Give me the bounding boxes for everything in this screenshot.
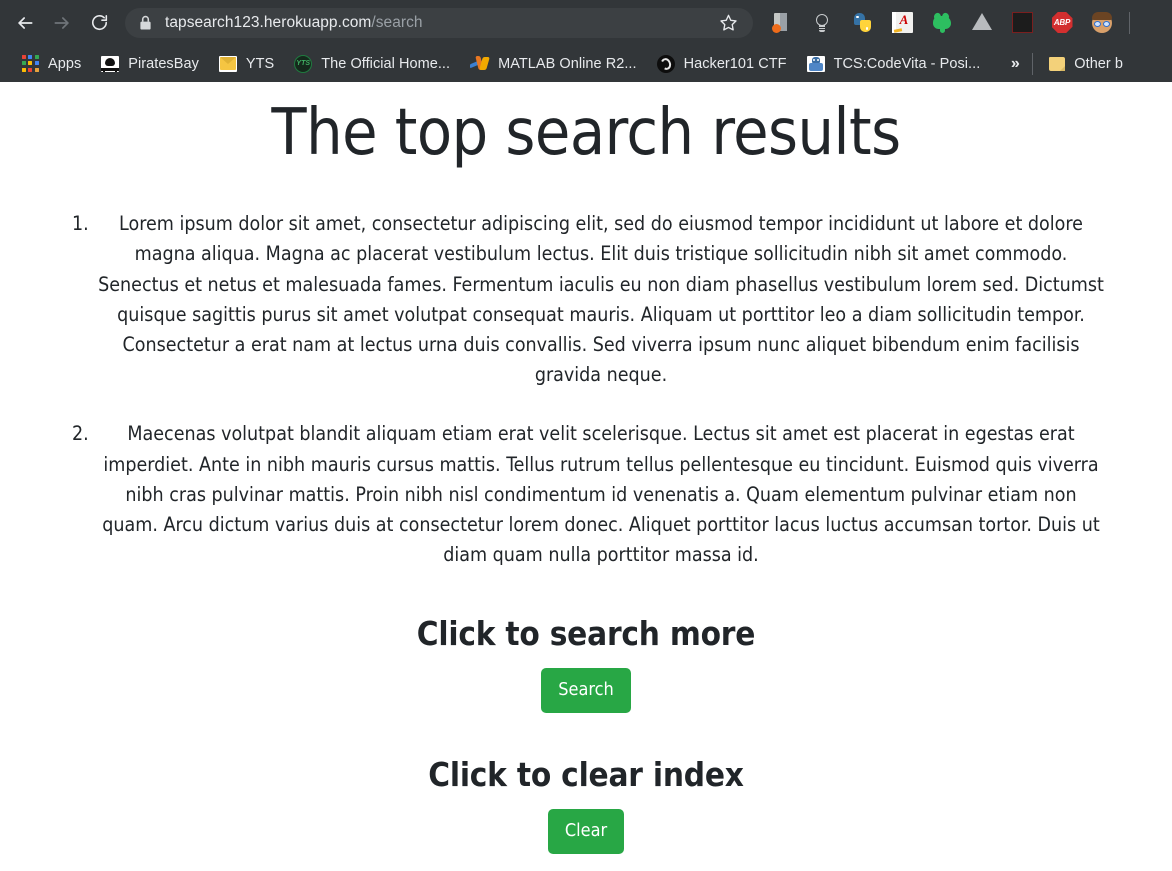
list-item: Maecenas volutpat blandit aliquam etiam … [0, 419, 1172, 570]
url-path: /search [371, 14, 422, 31]
clear-index-section: Click to clear index Clear [0, 755, 1172, 854]
other-bookmarks-label: Other b [1074, 56, 1123, 72]
address-bar[interactable]: tapsearch123.herokuapp.com/search [125, 8, 753, 38]
bookmarks-overflow-button[interactable]: » [1002, 51, 1028, 77]
bookmark-star-icon[interactable] [715, 10, 741, 36]
other-bookmarks-button[interactable]: Other b [1041, 51, 1131, 77]
bookmark-label: Hacker101 CTF [684, 56, 787, 72]
bookmark-the-official-home[interactable]: YTS The Official Home... [286, 51, 458, 77]
bookmark-matlab-online[interactable]: MATLAB Online R2... [462, 51, 644, 77]
clear-button[interactable]: Clear [548, 809, 624, 854]
adobe-acrobat-glyph: ׎ [1012, 12, 1033, 33]
bookmarks-bar: Apps PiratesBay YTS YTS The Official Hom… [0, 45, 1172, 82]
piratesbay-icon [101, 56, 119, 72]
folder-icon [1049, 57, 1065, 71]
search-more-section: Click to search more Search [0, 614, 1172, 713]
onetab-icon[interactable] [767, 8, 797, 38]
back-button[interactable] [10, 8, 40, 38]
google-drive-icon[interactable] [967, 8, 997, 38]
python-glyph [852, 12, 873, 33]
forward-button[interactable] [47, 8, 77, 38]
adblock-plus-icon[interactable]: ABP [1047, 8, 1077, 38]
bookmarks-divider [1032, 53, 1033, 75]
search-more-heading: Click to search more [0, 614, 1172, 654]
bookmark-label: PiratesBay [128, 56, 199, 72]
bookmark-hacker101-ctf[interactable]: Hacker101 CTF [649, 51, 795, 77]
google-drive-glyph [972, 13, 993, 32]
search-button[interactable]: Search [541, 668, 631, 713]
lock-icon [139, 15, 152, 31]
bookmark-piratesbay[interactable]: PiratesBay [93, 51, 207, 77]
profile-avatar-glyph [1091, 12, 1113, 34]
bookmark-apps[interactable]: Apps [14, 51, 89, 77]
lightbulb-icon[interactable] [807, 8, 837, 38]
url-host: tapsearch123.herokuapp.com [165, 14, 371, 31]
browser-chrome: tapsearch123.herokuapp.com/search [0, 0, 1172, 82]
bookmark-label: The Official Home... [321, 56, 450, 72]
evernote-icon[interactable] [927, 8, 957, 38]
reload-button[interactable] [84, 8, 114, 38]
yts-envelope-icon [219, 56, 237, 72]
profile-avatar-icon[interactable] [1087, 8, 1117, 38]
page-title: The top search results [0, 100, 1172, 167]
forward-arrow-icon [52, 13, 72, 33]
apps-grid-icon [22, 55, 39, 72]
bookmark-yts[interactable]: YTS [211, 51, 282, 77]
bookmark-label: YTS [246, 56, 274, 72]
bookmark-label: TCS:CodeVita - Posi... [834, 56, 981, 72]
page-content: The top search results Lorem ipsum dolor… [0, 82, 1172, 871]
dictionary-icon[interactable]: A [887, 8, 917, 38]
matlab-icon [470, 55, 489, 72]
onetab-glyph [772, 13, 792, 33]
yts-green-icon: YTS [294, 55, 312, 73]
bookmark-label: MATLAB Online R2... [498, 56, 636, 72]
bookmark-label: Apps [48, 56, 81, 72]
back-arrow-icon [15, 13, 35, 33]
adblock-plus-glyph: ABP [1052, 12, 1073, 33]
search-results-list: Lorem ipsum dolor sit amet, consectetur … [0, 209, 1172, 570]
list-item: Lorem ipsum dolor sit amet, consectetur … [0, 209, 1172, 390]
bookmark-tcs-codevita[interactable]: TCS:CodeVita - Posi... [799, 51, 989, 77]
tcs-codevita-icon [807, 56, 825, 72]
toolbar-divider [1129, 12, 1130, 34]
reload-icon [90, 13, 109, 32]
python-icon[interactable] [847, 8, 877, 38]
hacker101-icon [657, 55, 675, 73]
clear-index-heading: Click to clear index [0, 755, 1172, 795]
evernote-glyph [932, 13, 952, 33]
browser-toolbar: tapsearch123.herokuapp.com/search [0, 0, 1172, 45]
adobe-acrobat-icon[interactable]: ׎ [1007, 8, 1037, 38]
dictionary-glyph: A [892, 12, 913, 33]
address-bar-url: tapsearch123.herokuapp.com/search [165, 14, 709, 32]
extensions-area: A ׎ ABP [767, 8, 1132, 38]
lightbulb-glyph [812, 13, 832, 33]
